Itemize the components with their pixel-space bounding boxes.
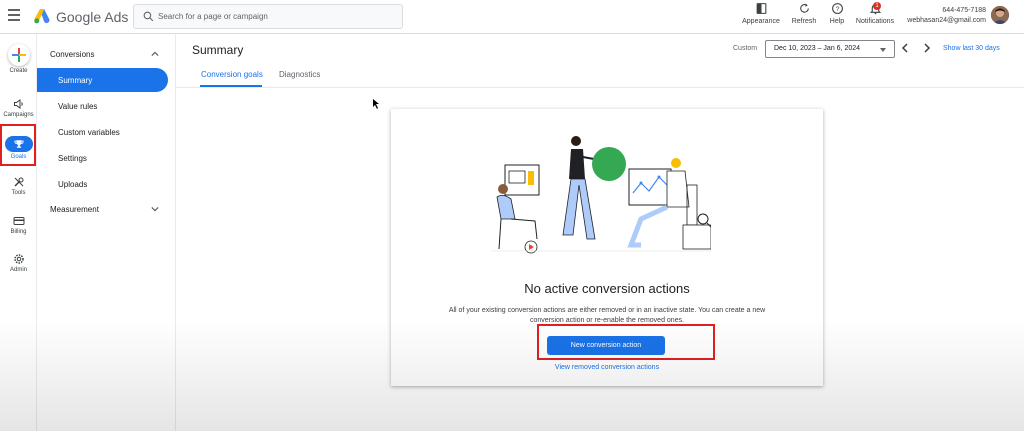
megaphone-icon (13, 99, 23, 109)
show-last-30-days-link[interactable]: Show last 30 days (943, 45, 1000, 52)
subnav-conversions-header[interactable]: Conversions (50, 50, 94, 59)
tab-diagnostics[interactable]: Diagnostics (279, 70, 320, 79)
date-range-label: Custom (733, 45, 758, 52)
avatar-image (991, 6, 1009, 24)
google-ads-logo (34, 9, 50, 24)
search-placeholder: Search for a page or campaign (158, 12, 268, 21)
notifications-button[interactable]: 1 Notifications (854, 2, 896, 25)
empty-state-title: No active conversion actions (524, 281, 690, 296)
search-input[interactable]: Search for a page or campaign (133, 4, 403, 29)
goals-highlight-box (0, 124, 36, 166)
chevron-left-icon[interactable] (900, 43, 910, 53)
subnav-item-custom-variables[interactable]: Custom variables (58, 128, 120, 137)
top-bar: Google Ads Search for a page or campaign… (0, 0, 1024, 34)
subnav-item-settings[interactable]: Settings (58, 154, 87, 163)
create-button[interactable] (7, 44, 30, 66)
view-removed-conversion-actions-link[interactable]: View removed conversion actions (391, 364, 823, 371)
caret-down-icon (880, 48, 886, 52)
help-icon: ? (831, 3, 843, 14)
secondary-nav: Conversions Summary Value rules Custom v… (37, 34, 176, 431)
subnav-item-uploads[interactable]: Uploads (58, 180, 87, 189)
empty-state-card: No active conversion actions All of your… (391, 109, 823, 386)
date-range-picker[interactable]: Dec 10, 2023 – Jan 6, 2024 (765, 40, 895, 58)
account-email: webhasan24@gmail.com (907, 17, 986, 24)
notifications-label: Notifications (855, 18, 895, 25)
button-highlight-box (537, 324, 715, 360)
chevron-down-icon[interactable] (151, 205, 159, 213)
refresh-button[interactable]: Refresh (790, 2, 818, 25)
tab-divider (176, 87, 1024, 88)
appearance-button[interactable]: Appearance (741, 2, 781, 25)
rail-admin[interactable]: Admin (0, 253, 37, 273)
rail-campaigns-label: Campaigns (3, 112, 34, 118)
tab-conversion-goals[interactable]: Conversion goals (201, 70, 263, 79)
appearance-icon (756, 3, 766, 14)
date-range-value: Dec 10, 2023 – Jan 6, 2024 (774, 45, 861, 52)
appearance-label: Appearance (742, 18, 780, 25)
page-title: Summary (192, 43, 244, 57)
account-id: 644-475-7188 (942, 7, 986, 14)
rail-billing-label: Billing (10, 229, 27, 235)
chevron-up-icon[interactable] (151, 50, 159, 58)
rail-create-label: Create (9, 68, 28, 74)
search-icon (143, 11, 154, 22)
subnav-active-indicator (37, 68, 168, 92)
help-label: Help (829, 18, 845, 25)
notification-badge: 1 (873, 2, 881, 10)
menu-icon[interactable] (8, 9, 20, 21)
chevron-right-icon[interactable] (922, 43, 932, 53)
subnav-item-value-rules[interactable]: Value rules (58, 102, 97, 111)
conversion-illustration (491, 136, 711, 254)
credit-card-icon (13, 217, 24, 225)
account-info[interactable]: 644-475-7188 webhasan24@gmail.com (906, 6, 986, 26)
gear-icon (13, 254, 24, 264)
subnav-item-summary[interactable]: Summary (58, 76, 92, 85)
help-button[interactable]: ? Help (827, 2, 847, 25)
refresh-icon (799, 3, 809, 13)
subnav-measurement-header[interactable]: Measurement (50, 205, 99, 214)
rail-campaigns[interactable]: Campaigns (0, 98, 37, 118)
tools-icon (13, 177, 23, 187)
rail-tools[interactable]: Tools (0, 176, 37, 196)
rail-tools-label: Tools (11, 190, 26, 196)
rail-billing[interactable]: Billing (0, 215, 37, 235)
rail-admin-label: Admin (9, 267, 27, 273)
refresh-label: Refresh (791, 18, 817, 25)
mouse-cursor-icon (373, 99, 379, 109)
rail-create[interactable]: Create (0, 44, 37, 74)
plus-icon (11, 48, 26, 62)
app-title: Google Ads (56, 9, 129, 25)
left-rail: Create Campaigns Goals Tools Billing Adm… (0, 34, 37, 431)
avatar[interactable] (991, 6, 1009, 24)
svg-text:?: ? (835, 6, 839, 13)
main-content: Summary Custom Dec 10, 2023 – Jan 6, 202… (176, 34, 1024, 431)
empty-state-description: All of your existing conversion actions … (448, 307, 766, 324)
